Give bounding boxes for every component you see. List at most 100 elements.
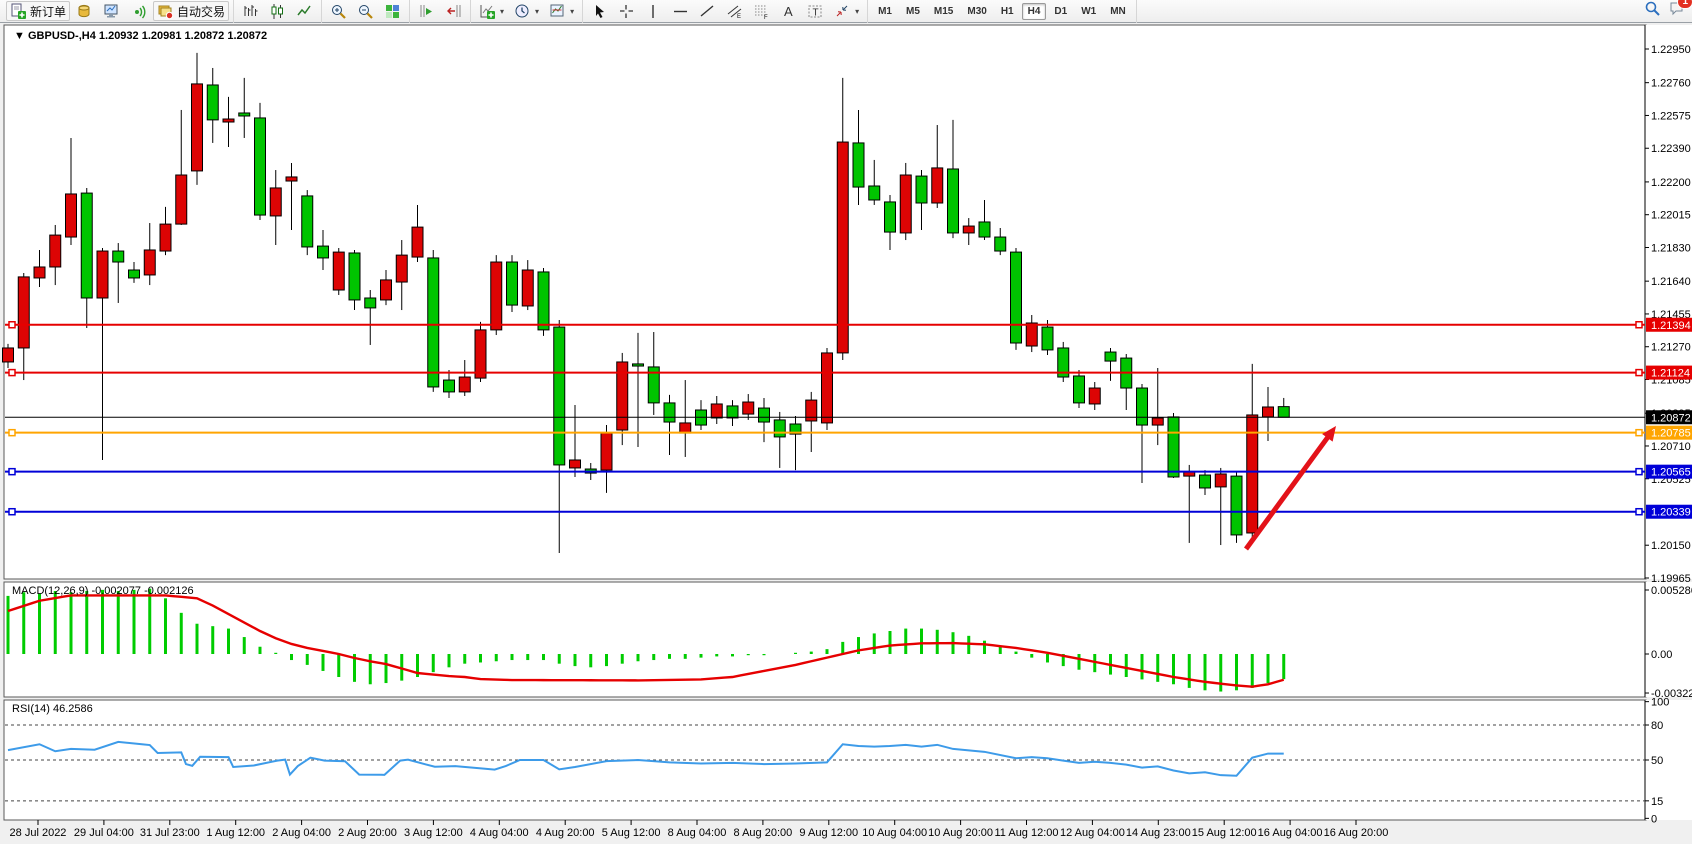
search-icon[interactable] xyxy=(1644,0,1661,22)
svg-text:80: 80 xyxy=(1651,720,1663,732)
signal-icon xyxy=(130,3,147,20)
crosshair-button[interactable] xyxy=(614,1,639,21)
indicator-icon xyxy=(479,3,496,20)
indicators-button[interactable]: ▾ xyxy=(475,1,508,21)
mt4-window: { "toolbar": { "groups": [ {"name":"trad… xyxy=(0,0,1692,844)
timeframe-w1[interactable]: W1 xyxy=(1075,3,1102,20)
text-label-button[interactable]: T xyxy=(803,1,828,21)
bar-chart-button[interactable] xyxy=(238,1,263,21)
svg-text:11 Aug 12:00: 11 Aug 12:00 xyxy=(994,827,1058,839)
chat-icon[interactable]: 1 xyxy=(1669,0,1686,22)
line-chart-button[interactable] xyxy=(292,1,317,21)
candle xyxy=(601,433,612,470)
vertical-line-button[interactable] xyxy=(641,1,666,21)
svg-text:12 Aug 04:00: 12 Aug 04:00 xyxy=(1060,827,1125,839)
clock-icon xyxy=(514,3,531,20)
chart-panel[interactable] xyxy=(4,582,1646,697)
time-axis[interactable]: 28 Jul 202229 Jul 04:0031 Jul 23:001 Aug… xyxy=(10,820,1389,839)
chevron-down-icon[interactable]: ▾ xyxy=(570,7,574,16)
candle xyxy=(963,226,974,233)
timeframe-h4[interactable]: H4 xyxy=(1022,3,1047,20)
candle xyxy=(176,175,187,224)
candle xyxy=(1168,417,1179,477)
zoom-out-button[interactable] xyxy=(353,1,378,21)
candle xyxy=(34,267,45,278)
new-order-button[interactable]: 新订单 xyxy=(6,1,70,21)
candle xyxy=(538,272,549,330)
chart-window[interactable]: 1.229501.227601.225751.223901.222001.220… xyxy=(0,23,1692,844)
candle xyxy=(995,237,1006,251)
candle xyxy=(853,143,864,187)
candle xyxy=(916,176,927,203)
templates-button[interactable]: ▾ xyxy=(545,1,578,21)
text-button[interactable]: A xyxy=(776,1,801,21)
timeframe-h1[interactable]: H1 xyxy=(995,3,1020,20)
channel-icon: E xyxy=(726,3,743,20)
svg-text:A: A xyxy=(784,4,793,19)
equidistant-channel-button[interactable]: E xyxy=(722,1,747,21)
candle xyxy=(948,169,959,233)
svg-text:1 Aug 12:00: 1 Aug 12:00 xyxy=(206,827,265,839)
chevron-down-icon[interactable]: ▾ xyxy=(500,7,504,16)
timeframe-m5[interactable]: M5 xyxy=(900,3,926,20)
auto-trading-button-label: 自动交易 xyxy=(177,3,225,20)
svg-text:29 Jul 04:00: 29 Jul 04:00 xyxy=(74,827,134,839)
candlestick-button[interactable] xyxy=(265,1,290,21)
candle xyxy=(207,85,218,120)
cylinder-icon xyxy=(76,3,93,20)
svg-text:10 Aug 20:00: 10 Aug 20:00 xyxy=(928,827,993,839)
candle xyxy=(1152,418,1163,425)
market-watch-button[interactable] xyxy=(99,1,124,21)
candle xyxy=(1074,376,1085,403)
candle xyxy=(396,255,407,282)
chart-panel[interactable] xyxy=(4,25,1646,579)
trendline-button[interactable] xyxy=(695,1,720,21)
timeframe-m30[interactable]: M30 xyxy=(961,3,992,20)
candle xyxy=(349,253,360,300)
chevron-down-icon[interactable]: ▾ xyxy=(855,7,859,16)
tile-windows-button[interactable] xyxy=(380,1,405,21)
zoom-in-icon xyxy=(330,3,347,20)
candle xyxy=(1042,327,1053,350)
auto-trading-button[interactable]: 自动交易 xyxy=(153,1,229,21)
periods-button[interactable]: ▾ xyxy=(510,1,543,21)
timeframe-m15[interactable]: M15 xyxy=(928,3,959,20)
chart-profile-button[interactable] xyxy=(72,1,97,21)
bars-icon xyxy=(242,3,259,20)
chevron-down-icon[interactable]: ▾ xyxy=(535,7,539,16)
candle xyxy=(223,119,234,122)
candle xyxy=(522,270,533,306)
timeframe-d1[interactable]: D1 xyxy=(1048,3,1073,20)
fibonacci-button[interactable]: F xyxy=(749,1,774,21)
candle xyxy=(491,262,502,330)
candle xyxy=(1215,474,1226,487)
svg-text:0.005286: 0.005286 xyxy=(1651,585,1692,597)
timeframe-m1[interactable]: M1 xyxy=(872,3,898,20)
candle xyxy=(459,377,470,392)
labelT-icon: T xyxy=(807,3,824,20)
svg-text:4 Aug 04:00: 4 Aug 04:00 xyxy=(470,827,529,839)
main-toolbar: 新订单 自动交易 ▾ ▾ ▾ EFAT ▾ M1M5M15M30H1H4D1W1MN 1 xyxy=(0,0,1692,23)
horizontal-line-button[interactable] xyxy=(668,1,693,21)
trend-icon xyxy=(699,3,716,20)
timeframe-mn[interactable]: MN xyxy=(1104,3,1132,20)
cursor-button[interactable] xyxy=(587,1,612,21)
autoscroll-icon xyxy=(418,3,435,20)
price-chart[interactable]: 1.229501.227601.225751.223901.222001.220… xyxy=(0,23,1692,844)
svg-text:1.20872: 1.20872 xyxy=(1651,412,1691,424)
candle xyxy=(1278,407,1289,418)
svg-text:1.22760: 1.22760 xyxy=(1651,78,1691,90)
svg-text:1.20565: 1.20565 xyxy=(1651,467,1691,479)
toolbar-group-insert: ▾ ▾ ▾ xyxy=(471,0,583,23)
doc-plus-icon xyxy=(10,3,27,20)
arrows-button[interactable]: ▾ xyxy=(830,1,863,21)
zoom-in-button[interactable] xyxy=(326,1,351,21)
signals-button[interactable] xyxy=(126,1,151,21)
candle xyxy=(1137,388,1148,425)
candle xyxy=(979,222,990,237)
svg-text:1.20150: 1.20150 xyxy=(1651,540,1691,552)
chart-shift-button[interactable] xyxy=(441,1,466,21)
textA-icon: A xyxy=(780,3,797,20)
candle xyxy=(727,406,738,418)
auto-scroll-button[interactable] xyxy=(414,1,439,21)
